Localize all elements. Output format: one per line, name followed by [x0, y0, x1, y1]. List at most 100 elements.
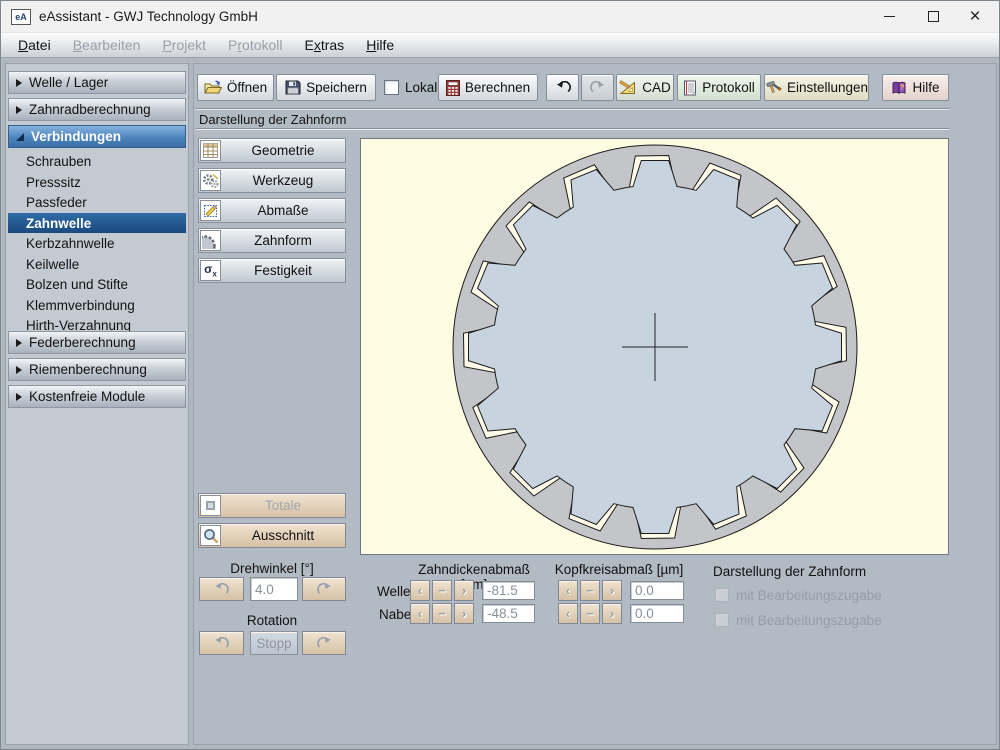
sidebar-item-presssitz[interactable]: Presssitz — [8, 172, 186, 192]
close-icon: × — [969, 5, 981, 27]
redo-button[interactable] — [581, 74, 614, 101]
sigma-x-icon: σx — [200, 260, 221, 281]
nabe-kopfkreis-zero-button[interactable]: − — [580, 603, 600, 624]
welle-kopfkreis-decrease-button[interactable]: ‹ — [558, 580, 578, 601]
open-button[interactable]: Öffnen — [197, 74, 274, 101]
help-label: Hilfe — [912, 80, 940, 95]
menu-bearbeiten: Bearbeiten — [72, 37, 141, 53]
rotate-cw-step-button[interactable] — [302, 577, 346, 601]
sidebar-item-label: Welle / Lager — [29, 75, 109, 90]
maximize-button[interactable] — [911, 1, 955, 32]
minimize-button[interactable] — [867, 1, 911, 32]
ausschnitt-button[interactable]: Ausschnitt — [198, 523, 346, 548]
rotation-ccw-button[interactable] — [199, 631, 244, 655]
lokal-checkbox[interactable] — [384, 80, 399, 95]
welle-zahndicken-decrease-button[interactable]: ‹ — [410, 580, 430, 601]
save-button[interactable]: Speichern — [276, 74, 376, 101]
sidebar-item-label: Kostenfreie Module — [29, 389, 146, 404]
settings-button[interactable]: Einstellungen — [764, 74, 869, 101]
sidebar-item-kostenfreie-module[interactable]: Kostenfreie Module — [8, 385, 186, 408]
stopp-button[interactable]: Stopp — [250, 631, 298, 655]
welle-kopfkreis-input[interactable] — [630, 581, 684, 600]
sidebar: Welle / Lager Zahnradberechnung Verbindu… — [5, 63, 189, 745]
drehwinkel-label: Drehwinkel [°] — [230, 561, 314, 576]
sidebar-item-riemenberechnung[interactable]: Riemenberechnung — [8, 358, 186, 381]
menu-datei[interactable]: Datei — [7, 34, 62, 56]
welle-kopfkreis-increase-button[interactable]: › — [602, 580, 622, 601]
nabe-zahndicken-zero-button[interactable]: − — [432, 603, 452, 624]
redo-icon — [589, 80, 604, 92]
sidebar-item-verbindungen[interactable]: Verbindungen — [8, 125, 186, 148]
rotate-ccw-step-button[interactable] — [199, 577, 244, 601]
nabe-zahndicken-decrease-button[interactable]: ‹ — [410, 603, 430, 624]
settings-tools-icon — [766, 81, 782, 93]
sidebar-item-keilwelle[interactable]: Keilwelle — [8, 254, 186, 274]
svg-text:?: ? — [900, 83, 905, 92]
bearbeitungszugabe-checkbox-1[interactable] — [715, 588, 729, 602]
open-folder-icon — [204, 80, 222, 94]
settings-label: Einstellungen — [786, 80, 868, 95]
lokal-label: Lokal — [405, 80, 438, 95]
help-button[interactable]: ? Hilfe — [882, 74, 949, 101]
welle-zahndicken-input[interactable] — [482, 581, 535, 600]
bearbeitungszugabe-checkbox-2[interactable] — [715, 613, 729, 627]
totale-button[interactable]: Totale — [198, 493, 346, 518]
groove-line — [196, 128, 949, 130]
abmasse-button[interactable]: Abmaße — [198, 198, 346, 223]
protocol-notepad-icon — [684, 80, 697, 95]
menubar: Datei Bearbeiten Projekt Protokoll Extra… — [1, 33, 999, 58]
rotate-cw-icon — [316, 582, 331, 594]
sidebar-item-label: Riemenberechnung — [29, 362, 147, 377]
nabe-zahndicken-input[interactable] — [482, 604, 535, 623]
gear-graphic — [452, 144, 858, 550]
rotation-label: Rotation — [246, 613, 298, 628]
sidebar-item-label: Zahnradberechnung — [29, 102, 151, 117]
full-view-icon — [200, 495, 221, 516]
collapsed-triangle-icon — [16, 78, 22, 87]
kopfkreis-header: Kopfkreisabmaß [µm] — [554, 562, 684, 577]
sidebar-item-federberechnung[interactable]: Federberechnung — [8, 331, 186, 354]
werkzeug-button[interactable]: Werkzeug — [198, 168, 346, 193]
zahnform-button[interactable]: Zahnform — [198, 228, 346, 253]
maximize-icon — [927, 11, 939, 22]
expanded-triangle-icon — [16, 132, 24, 141]
menu-hilfe[interactable]: Hilfe — [355, 34, 405, 56]
rotation-cw-button[interactable] — [302, 631, 346, 655]
sidebar-item-passfeder[interactable]: Passfeder — [8, 192, 186, 212]
gears-icon — [200, 170, 221, 191]
calculate-button[interactable]: Berechnen — [438, 74, 538, 101]
sidebar-item-bolzen-und-stifte[interactable]: Bolzen und Stifte — [8, 274, 186, 294]
sidebar-item-kerbzahnwelle[interactable]: Kerbzahnwelle — [8, 233, 186, 253]
nabe-kopfkreis-decrease-button[interactable]: ‹ — [558, 603, 578, 624]
sidebar-item-zahnradberechnung[interactable]: Zahnradberechnung — [8, 98, 186, 121]
close-button[interactable]: × — [953, 1, 997, 32]
welle-zahndicken-zero-button[interactable]: − — [432, 580, 452, 601]
collapsed-triangle-icon — [16, 365, 22, 374]
sidebar-item-klemmverbindung[interactable]: Klemmverbindung — [8, 295, 186, 315]
menu-projekt: Projekt — [162, 37, 207, 53]
app-icon: eA — [11, 9, 31, 25]
festigkeit-button[interactable]: σx Festigkeit — [198, 258, 346, 283]
nabe-kopfkreis-input[interactable] — [630, 604, 684, 623]
sidebar-item-welle-lager[interactable]: Welle / Lager — [8, 71, 186, 94]
geometrie-button[interactable]: Geometrie — [198, 138, 346, 163]
collapsed-triangle-icon — [16, 392, 22, 401]
nabe-kopfkreis-increase-button[interactable]: › — [602, 603, 622, 624]
rotate-ccw-icon — [215, 582, 229, 594]
drehwinkel-input[interactable] — [250, 577, 298, 601]
menu-extras[interactable]: Extras — [294, 34, 356, 56]
welle-zahndicken-increase-button[interactable]: › — [454, 580, 474, 601]
protocol-button[interactable]: Protokoll — [677, 74, 761, 101]
nabe-zahndicken-increase-button[interactable]: › — [454, 603, 474, 624]
cad-button[interactable]: CAD — [616, 74, 674, 101]
cad-icon — [619, 80, 636, 94]
collapsed-triangle-icon — [16, 338, 22, 347]
sidebar-item-schrauben[interactable]: Schrauben — [8, 151, 186, 171]
darstellung-header: Darstellung der Zahnform — [713, 564, 867, 579]
rotate-ccw-icon — [215, 636, 229, 648]
bearbeitungszugabe-label-2: mit Bearbeitungszugabe — [736, 613, 882, 628]
sidebar-item-zahnwelle[interactable]: Zahnwelle — [8, 213, 186, 233]
welle-kopfkreis-zero-button[interactable]: − — [580, 580, 600, 601]
help-book-icon: ? — [892, 81, 906, 94]
undo-button[interactable] — [546, 74, 579, 101]
